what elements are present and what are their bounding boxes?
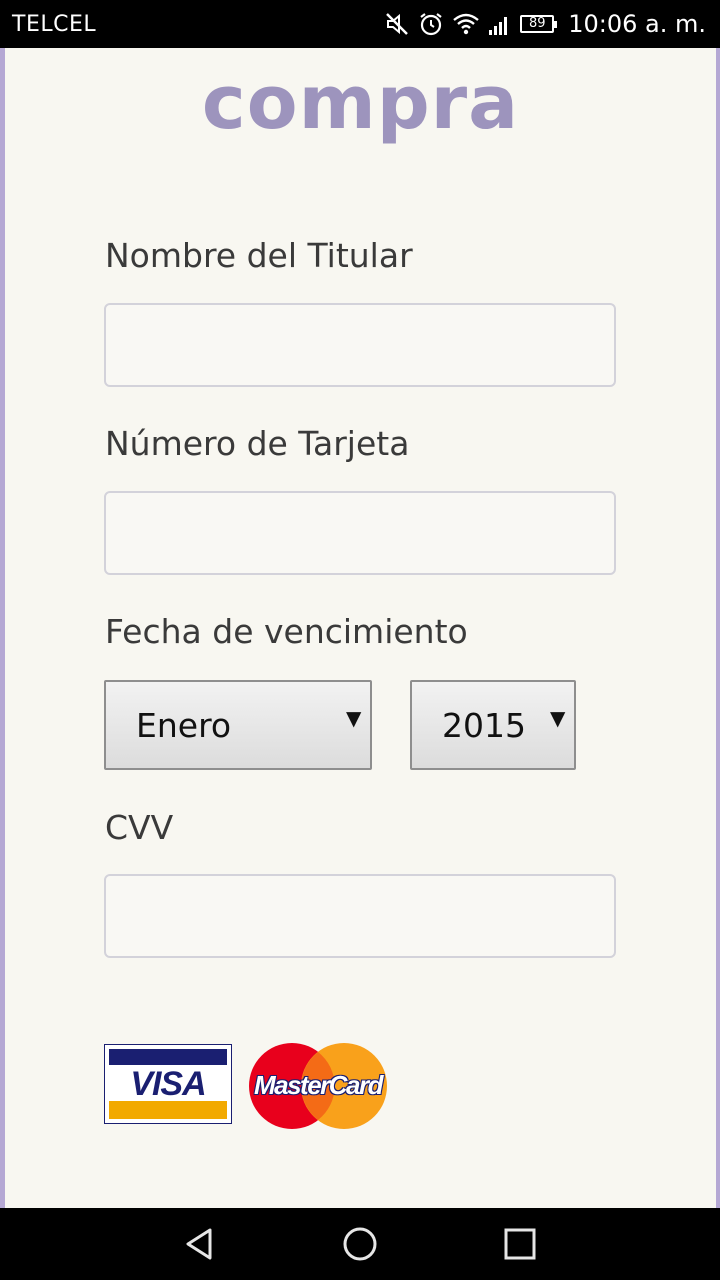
visa-logo: VISA — [104, 1044, 232, 1124]
mastercard-logo: MasterCard — [246, 1042, 390, 1130]
expiry-year-value: 2015 — [442, 706, 526, 745]
status-bar: TELCEL 89 10:06 a. m. — [0, 0, 720, 48]
card-number-label: Número de Tarjeta — [105, 424, 410, 463]
navigation-bar — [0, 1208, 720, 1280]
clock: 10:06 a. m. — [568, 10, 706, 38]
alarm-icon — [418, 11, 444, 37]
status-icons: 89 10:06 a. m. — [384, 8, 706, 40]
mute-icon — [384, 11, 410, 37]
expiry-month-select[interactable]: Enero ▼ — [104, 680, 372, 770]
card-number-input[interactable] — [104, 491, 616, 575]
mastercard-logo-text: MasterCard — [253, 1070, 384, 1100]
visa-logo-text: VISA — [130, 1065, 206, 1103]
battery-icon: 89 — [520, 15, 558, 33]
wifi-icon — [452, 12, 480, 36]
home-icon[interactable] — [342, 1226, 378, 1262]
expiry-year-select[interactable]: 2015 ▼ — [410, 680, 576, 770]
signal-icon — [488, 12, 512, 36]
expiry-month-value: Enero — [136, 706, 232, 745]
page-title: compra — [201, 60, 520, 146]
cvv-input[interactable] — [104, 874, 616, 958]
chevron-down-icon: ▼ — [550, 706, 566, 730]
carrier-name: TELCEL — [12, 12, 97, 37]
holder-name-input[interactable] — [104, 303, 616, 387]
cvv-label: CVV — [105, 808, 174, 847]
chevron-down-icon: ▼ — [346, 706, 362, 730]
expiry-label: Fecha de vencimiento — [105, 612, 468, 651]
holder-name-label: Nombre del Titular — [105, 236, 413, 275]
purchase-page: compra Nombre del Titular Número de Tarj… — [0, 48, 720, 1208]
recents-icon[interactable] — [502, 1226, 538, 1262]
back-icon[interactable] — [182, 1226, 218, 1262]
